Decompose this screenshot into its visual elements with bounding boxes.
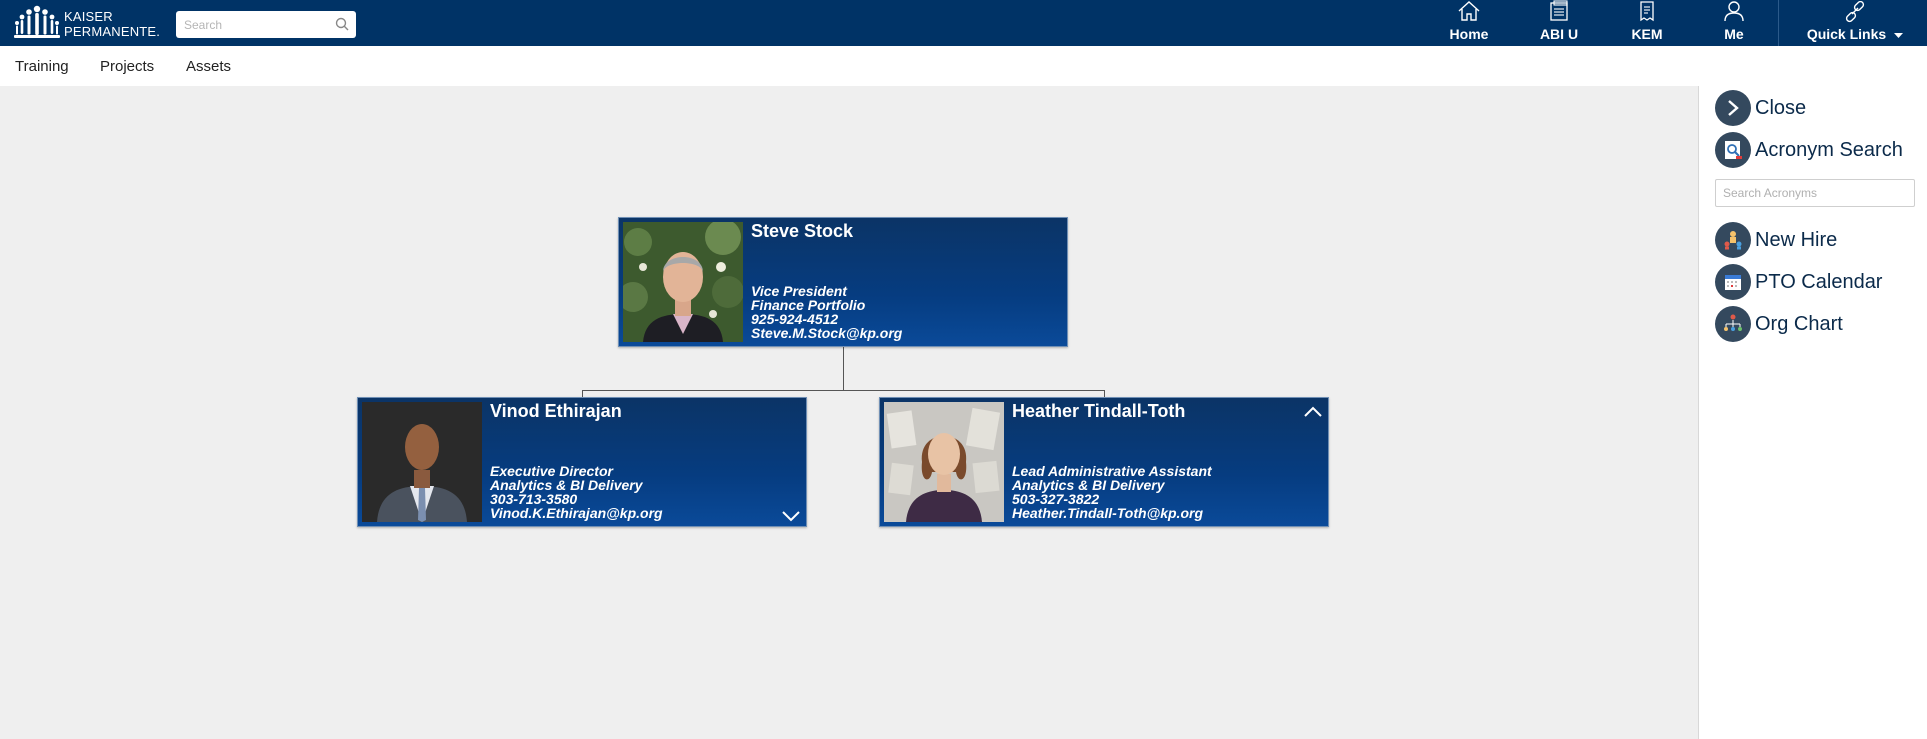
- nav-abi-u-label: ABI U: [1539, 26, 1579, 42]
- quick-links-menu[interactable]: Quick Links: [1790, 0, 1920, 46]
- org-chart-label: Org Chart: [1755, 312, 1843, 335]
- close-label: Close: [1755, 96, 1807, 119]
- nav-home-label: Home: [1449, 26, 1489, 42]
- document-icon: [1635, 0, 1659, 26]
- home-icon: [1457, 0, 1481, 26]
- avatar: [362, 402, 482, 522]
- magnifier-document-icon: [1715, 132, 1751, 168]
- org-card-root[interactable]: Steve Stock Vice President Finance Portf…: [618, 217, 1068, 347]
- top-header: KAISER PERMANENTE. Home ABI U KEM Me: [0, 0, 1927, 46]
- header-divider: [1778, 0, 1779, 46]
- connector-vertical-right: [1104, 390, 1105, 397]
- search-input[interactable]: [176, 11, 326, 38]
- employee-name: Vinod Ethirajan: [490, 401, 622, 421]
- employee-details: Lead Administrative Assistant Analytics …: [1012, 464, 1212, 520]
- acronym-search-label: Acronym Search: [1755, 138, 1903, 161]
- search-icon[interactable]: [335, 17, 349, 36]
- employee-email: Heather.Tindall-Toth@kp.org: [1012, 505, 1203, 521]
- nav-me[interactable]: Me: [1714, 0, 1754, 46]
- acronym-search-field: [1715, 179, 1915, 207]
- employee-email: Vinod.K.Ethirajan@kp.org: [490, 505, 663, 521]
- employee-details: Executive Director Analytics & BI Delive…: [490, 464, 663, 520]
- employee-title: Lead Administrative Assistant: [1012, 463, 1212, 479]
- acronym-search-input[interactable]: [1716, 180, 1914, 206]
- connector-horizontal: [582, 390, 1105, 391]
- employee-department: Analytics & BI Delivery: [490, 477, 643, 493]
- new-hire-link[interactable]: New Hire: [1715, 222, 1837, 258]
- subnav-training[interactable]: Training: [15, 58, 69, 75]
- nav-abi-u[interactable]: ABI U: [1538, 0, 1580, 46]
- org-chart-link[interactable]: Org Chart: [1715, 306, 1843, 342]
- employee-email: Steve.M.Stock@kp.org: [751, 325, 903, 341]
- pto-calendar-label: PTO Calendar: [1755, 270, 1883, 293]
- sub-navigation: Training Projects Assets: [0, 46, 1927, 86]
- logo-text: KAISER PERMANENTE.: [64, 9, 160, 39]
- org-card-child[interactable]: Vinod Ethirajan Executive Director Analy…: [357, 397, 807, 527]
- chevron-down-icon[interactable]: [782, 509, 800, 527]
- nav-kem-label: KEM: [1631, 26, 1663, 42]
- user-icon: [1722, 0, 1746, 26]
- employee-name: Heather Tindall-Toth: [1012, 401, 1186, 421]
- nav-home[interactable]: Home: [1448, 0, 1490, 46]
- subnav-projects[interactable]: Projects: [100, 58, 154, 75]
- quick-links-label: Quick Links: [1806, 26, 1887, 42]
- logo-line-2: PERMANENTE.: [64, 24, 161, 39]
- global-search: [176, 11, 356, 38]
- org-card-child[interactable]: Heather Tindall-Toth Lead Administrative…: [879, 397, 1329, 527]
- subnav-assets[interactable]: Assets: [186, 58, 231, 75]
- employee-department: Finance Portfolio: [751, 297, 866, 313]
- chevron-right-icon: [1715, 90, 1751, 126]
- nav-kem[interactable]: KEM: [1626, 0, 1668, 46]
- logo-line-1: KAISER: [64, 9, 113, 24]
- caret-down-icon: [1894, 26, 1904, 42]
- org-chart-icon: [1715, 306, 1751, 342]
- connector-vertical-root: [843, 347, 844, 391]
- pto-calendar-link[interactable]: PTO Calendar: [1715, 264, 1882, 300]
- employee-phone: 925-924-4512: [751, 311, 839, 327]
- employee-name: Steve Stock: [751, 221, 854, 241]
- employee-department: Analytics & BI Delivery: [1012, 477, 1165, 493]
- employee-title: Vice President: [751, 283, 847, 299]
- employee-phone: 503-327-3822: [1012, 491, 1100, 507]
- avatar: [623, 222, 743, 342]
- link-icon: [1843, 0, 1867, 26]
- employee-phone: 303-713-3580: [490, 491, 578, 507]
- avatar: [884, 402, 1004, 522]
- kp-logo-icon: [14, 4, 60, 44]
- new-hire-label: New Hire: [1755, 228, 1838, 251]
- acronym-search-button[interactable]: Acronym Search: [1715, 132, 1903, 168]
- close-panel-button[interactable]: Close: [1715, 90, 1806, 126]
- new-hire-icon: [1715, 222, 1751, 258]
- kaiser-permanente-logo[interactable]: KAISER PERMANENTE.: [14, 4, 160, 44]
- connector-vertical-left: [582, 390, 583, 397]
- side-panel: Close Acronym Search New Hire PTO Calend…: [1698, 86, 1927, 739]
- books-icon: [1547, 0, 1571, 26]
- nav-me-label: Me: [1724, 26, 1744, 42]
- employee-title: Executive Director: [490, 463, 613, 479]
- calendar-icon: [1715, 264, 1751, 300]
- chevron-up-icon[interactable]: [1304, 404, 1322, 422]
- employee-details: Vice President Finance Portfolio 925-924…: [751, 284, 902, 340]
